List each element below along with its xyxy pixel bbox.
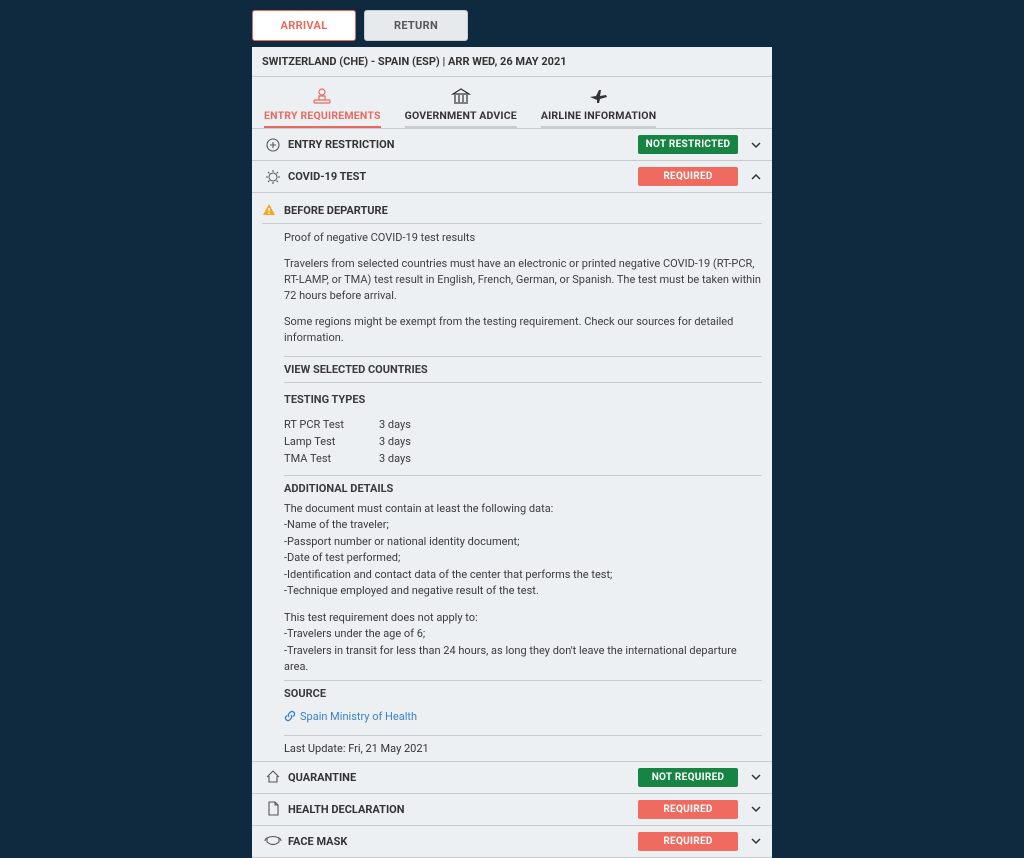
detail-line: -Passport number or national identity do… — [284, 534, 762, 551]
airplane-icon — [541, 85, 656, 107]
test-row: RT PCR Test3 days — [284, 416, 762, 433]
status-badge: NOT REQUIRED — [638, 768, 738, 787]
virus-icon — [262, 169, 284, 185]
government-icon — [405, 85, 517, 107]
tab-return[interactable]: RETURN — [364, 10, 468, 41]
requirement-para-2: Some regions might be exempt from the te… — [284, 314, 762, 346]
mask-icon — [262, 834, 284, 848]
detail-line: -Date of test performed; — [284, 550, 762, 567]
detail-line: -Travelers under the age of 6; — [284, 626, 762, 643]
additional-details-heading: ADDITIONAL DETAILS — [284, 475, 762, 501]
document-icon — [262, 801, 284, 817]
tab-arrival[interactable]: ARRIVAL — [252, 10, 356, 41]
subtab-government-advice[interactable]: GOVERNMENT ADVICE — [405, 85, 517, 128]
chevron-down-icon — [750, 803, 762, 815]
subtab-airline-information[interactable]: AIRLINE INFORMATION — [541, 85, 656, 128]
detail-line: -Technique employed and negative result … — [284, 583, 762, 600]
source-link-text: Spain Ministry of Health — [300, 710, 417, 723]
row-face-mask[interactable]: FACE MASK REQUIRED — [252, 826, 772, 858]
test-duration: 3 days — [379, 435, 411, 448]
row-title: COVID-19 TEST — [284, 170, 638, 183]
covid-test-details: BEFORE DEPARTURE Proof of negative COVID… — [252, 193, 772, 762]
row-title: ENTRY RESTRICTION — [284, 138, 638, 151]
requirement-para-1: Travelers from selected countries must h… — [284, 256, 762, 304]
subtab-entry-requirements[interactable]: ENTRY REQUIREMENTS — [264, 85, 381, 128]
testing-types-list: RT PCR Test3 daysLamp Test3 daysTMA Test… — [284, 412, 762, 471]
stamp-icon — [264, 85, 381, 107]
view-selected-countries[interactable]: VIEW SELECTED COUNTRIES — [284, 356, 762, 383]
additional-details-block-1: The document must contain at least the f… — [284, 501, 762, 600]
sub-tabs: ENTRY REQUIREMENTS GOVERNMENT ADVICE AIR… — [252, 77, 772, 129]
before-departure-heading: BEFORE DEPARTURE — [284, 204, 388, 217]
test-name: RT PCR Test — [284, 418, 379, 431]
detail-line: -Identification and contact data of the … — [284, 567, 762, 584]
source-link[interactable]: Spain Ministry of Health — [284, 710, 417, 723]
chevron-down-icon — [750, 771, 762, 783]
chevron-up-icon — [750, 171, 762, 183]
row-title: QUARANTINE — [284, 771, 638, 784]
testing-types-heading: TESTING TYPES — [284, 387, 762, 412]
status-badge: REQUIRED — [638, 800, 738, 819]
detail-line: This test requirement does not apply to: — [284, 610, 762, 627]
row-title: HEALTH DECLARATION — [284, 803, 638, 816]
test-row: Lamp Test3 days — [284, 433, 762, 450]
detail-line: The document must contain at least the f… — [284, 501, 762, 518]
test-name: TMA Test — [284, 452, 379, 465]
test-duration: 3 days — [379, 452, 411, 465]
source-heading: SOURCE — [284, 680, 762, 706]
chevron-down-icon — [750, 139, 762, 151]
row-title: FACE MASK — [284, 835, 638, 848]
detail-line: -Travelers in transit for less than 24 h… — [284, 643, 762, 676]
test-name: Lamp Test — [284, 435, 379, 448]
route-summary: SWITZERLAND (CHE) - SPAIN (ESP) | ARR WE… — [252, 47, 772, 77]
top-tabs: ARRIVAL RETURN — [252, 10, 772, 47]
row-quarantine[interactable]: QUARANTINE NOT REQUIRED — [252, 762, 772, 794]
last-update: Last Update: Fri, 21 May 2021 — [284, 735, 762, 755]
row-covid-test[interactable]: COVID-19 TEST REQUIRED — [252, 161, 772, 193]
test-row: TMA Test3 days — [284, 450, 762, 467]
status-badge: NOT RESTRICTED — [638, 135, 738, 154]
test-duration: 3 days — [379, 418, 411, 431]
row-health-declaration[interactable]: HEALTH DECLARATION REQUIRED — [252, 794, 772, 826]
link-icon — [284, 710, 296, 722]
additional-details-block-2: This test requirement does not apply to:… — [284, 610, 762, 676]
status-badge: REQUIRED — [638, 832, 738, 851]
subtab-label: AIRLINE INFORMATION — [541, 109, 656, 122]
house-icon — [262, 769, 284, 785]
subtab-label: GOVERNMENT ADVICE — [405, 109, 517, 122]
proof-text: Proof of negative COVID-19 test results — [284, 230, 762, 246]
chevron-down-icon — [750, 835, 762, 847]
passport-stamp-icon — [262, 137, 284, 153]
status-badge: REQUIRED — [638, 167, 738, 186]
subtab-label: ENTRY REQUIREMENTS — [264, 109, 381, 122]
detail-line: -Name of the traveler; — [284, 517, 762, 534]
travel-advisory-panel: ARRIVAL RETURN SWITZERLAND (CHE) - SPAIN… — [252, 10, 772, 858]
warning-icon — [262, 203, 276, 217]
row-entry-restriction[interactable]: ENTRY RESTRICTION NOT RESTRICTED — [252, 129, 772, 161]
